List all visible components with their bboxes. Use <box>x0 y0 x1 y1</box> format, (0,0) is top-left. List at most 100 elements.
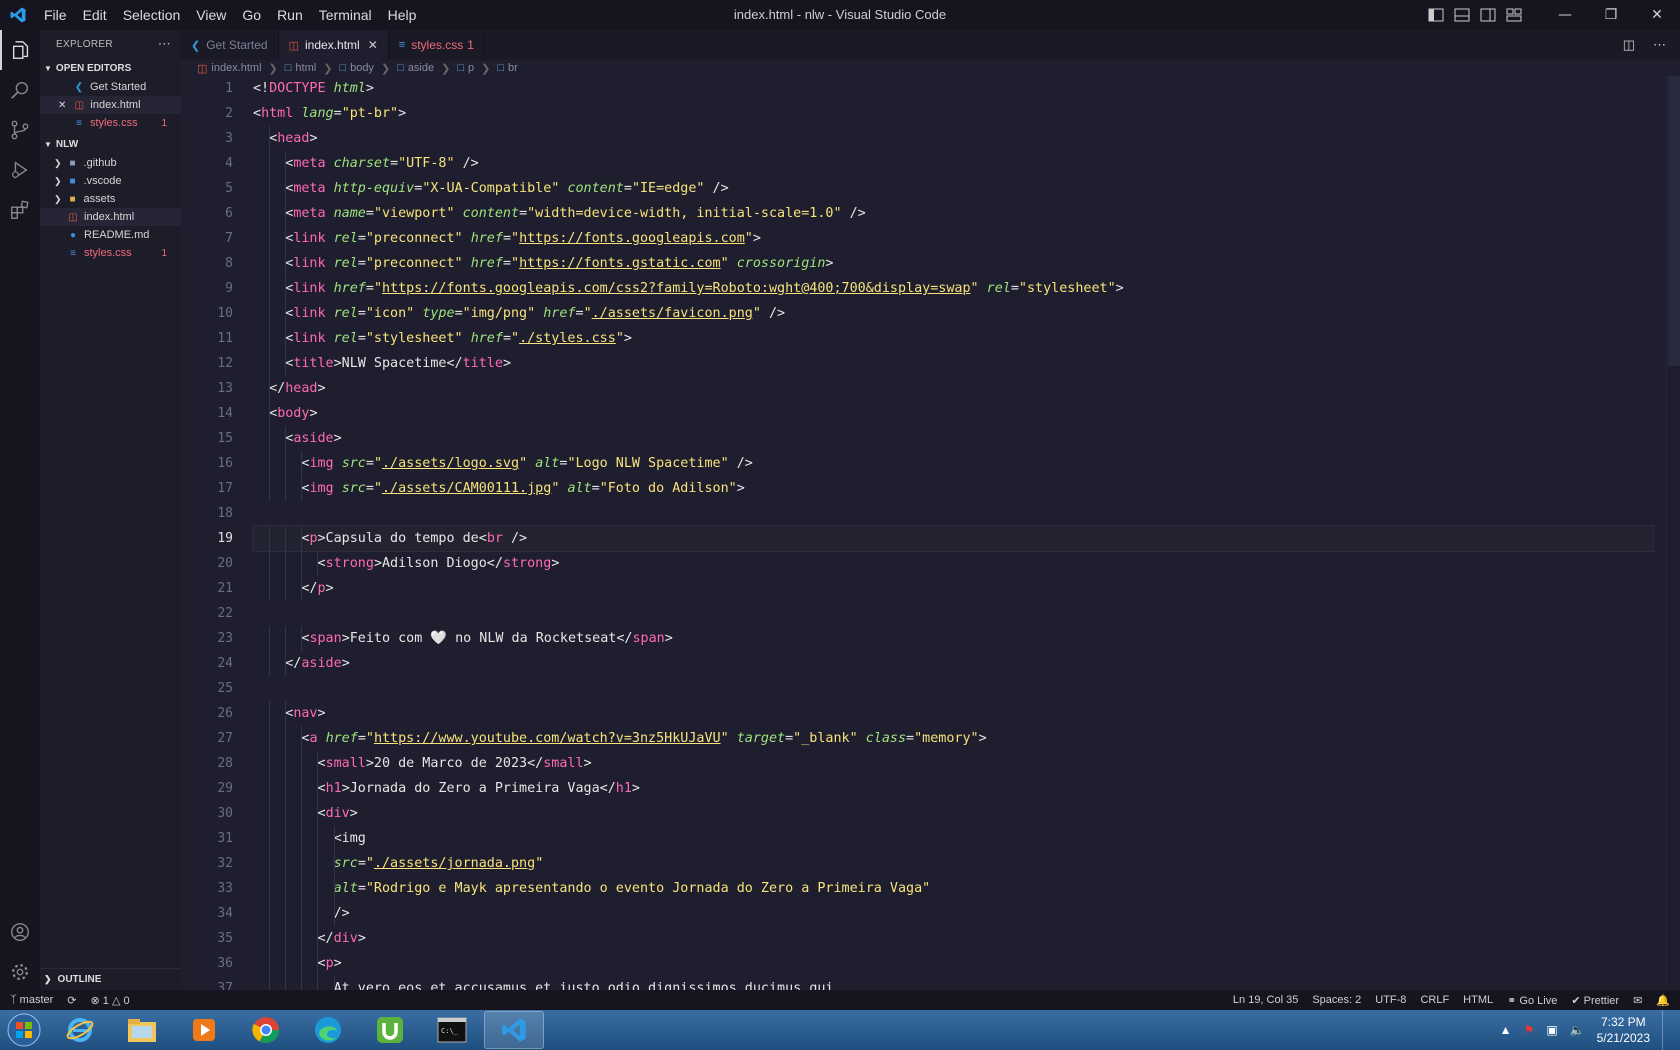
encoding-status[interactable]: UTF-8 <box>1375 994 1406 1006</box>
code-line[interactable]: At vero eos et accusamus et iusto odio d… <box>253 976 1653 990</box>
menu-run[interactable]: Run <box>269 0 311 30</box>
code-line[interactable]: <img <box>253 826 1653 851</box>
code-line[interactable]: <nav> <box>253 701 1653 726</box>
code-line[interactable]: <link rel="preconnect" href="https://fon… <box>253 251 1653 276</box>
code-line[interactable]: src="./assets/jornada.png" <box>253 851 1653 876</box>
menu-file[interactable]: File <box>36 0 75 30</box>
breadcrumb-item[interactable]: aside <box>408 62 434 74</box>
open-editor-index-html[interactable]: ✕ ◫ index.html <box>40 96 181 114</box>
start-button[interactable] <box>0 1010 48 1050</box>
breadcrumb-item[interactable]: br <box>508 62 518 74</box>
code-line[interactable]: <html lang="pt-br"> <box>253 101 1653 126</box>
network-icon[interactable]: ▣ <box>1546 1023 1557 1037</box>
chrome-icon[interactable] <box>236 1011 296 1049</box>
explorer-icon[interactable] <box>0 30 40 70</box>
code-line[interactable]: <h1>Jornada do Zero a Primeira Vaga</h1> <box>253 776 1653 801</box>
file-index-html[interactable]: ◫ index.html <box>40 208 181 226</box>
toggle-primary-sidebar-icon[interactable] <box>1428 8 1444 22</box>
source-control-icon[interactable] <box>0 110 40 150</box>
code-line[interactable]: <title>NLW Spacetime</title> <box>253 351 1653 376</box>
code-line[interactable]: <meta http-equiv="X-UA-Compatible" conte… <box>253 176 1653 201</box>
tab-styles-css[interactable]: ≡ styles.css 1 <box>389 30 485 60</box>
feedback-icon[interactable]: ✉ <box>1633 994 1642 1007</box>
open-editors-section[interactable]: ▼ OPEN EDITORS <box>40 58 181 78</box>
problems-status[interactable]: ⊗ 1 △ 0 <box>91 994 130 1007</box>
code-line[interactable]: </p> <box>253 576 1653 601</box>
utorrent-icon[interactable] <box>360 1011 420 1049</box>
open-editor-styles-css[interactable]: ≡ styles.css 1 <box>40 114 181 132</box>
close-window-button[interactable]: ✕ <box>1634 0 1680 30</box>
code-line[interactable]: alt="Rodrigo e Mayk apresentando o event… <box>253 876 1653 901</box>
nlw-folder-section[interactable]: ▼ NLW <box>40 134 181 154</box>
more-actions-icon[interactable]: ⋯ <box>1653 37 1666 53</box>
code-line[interactable]: <head> <box>253 126 1653 151</box>
code-line[interactable]: <link href="https://fonts.googleapis.com… <box>253 276 1653 301</box>
menu-terminal[interactable]: Terminal <box>311 0 380 30</box>
code-line[interactable]: <strong>Adilson Diogo</strong> <box>253 551 1653 576</box>
code-line[interactable]: <aside> <box>253 426 1653 451</box>
vscode-taskbar-icon[interactable] <box>484 1011 544 1049</box>
code-line[interactable]: <!DOCTYPE html> <box>253 76 1653 101</box>
editor-scrollbar[interactable] <box>1666 76 1680 990</box>
breadcrumb-item[interactable]: index.html <box>211 62 261 74</box>
extensions-icon[interactable] <box>0 190 40 230</box>
media-player-icon[interactable] <box>174 1011 234 1049</box>
clock[interactable]: 7:32 PM 5/21/2023 <box>1597 1014 1650 1046</box>
code-line[interactable]: </aside> <box>253 651 1653 676</box>
cursor-position[interactable]: Ln 19, Col 35 <box>1233 994 1298 1006</box>
code-line[interactable] <box>253 501 1653 526</box>
folder-assets[interactable]: ❯ ■ assets <box>40 190 181 208</box>
code-line[interactable]: <small>20 de Marco de 2023</small> <box>253 751 1653 776</box>
notifications-bell-icon[interactable]: 🔔 <box>1656 994 1670 1007</box>
volume-icon[interactable]: 🔈 <box>1570 1023 1585 1037</box>
code-line[interactable]: <meta name="viewport" content="width=dev… <box>253 201 1653 226</box>
code-line[interactable]: </div> <box>253 926 1653 951</box>
menu-view[interactable]: View <box>188 0 234 30</box>
indentation-status[interactable]: Spaces: 2 <box>1312 994 1361 1006</box>
code-line[interactable]: <img src="./assets/logo.svg" alt="Logo N… <box>253 451 1653 476</box>
file-styles-css[interactable]: ≡ styles.css 1 <box>40 244 181 262</box>
code-line[interactable]: <a href="https://www.youtube.com/watch?v… <box>253 726 1653 751</box>
file-readme-md[interactable]: ● README.md <box>40 226 181 244</box>
code-line[interactable]: <link rel="stylesheet" href="./styles.cs… <box>253 326 1653 351</box>
tab-index-html[interactable]: ◫ index.html ✕ <box>278 30 389 60</box>
scrollbar-thumb[interactable] <box>1668 76 1680 366</box>
code-line[interactable]: <link rel="preconnect" href="https://fon… <box>253 226 1653 251</box>
manage-gear-icon[interactable] <box>0 952 40 992</box>
edge-icon[interactable] <box>298 1011 358 1049</box>
code-line[interactable] <box>253 601 1653 626</box>
code-line[interactable]: <body> <box>253 401 1653 426</box>
command-prompt-icon[interactable]: C:\_ <box>422 1011 482 1049</box>
go-live-button[interactable]: ⚭ Go Live <box>1507 994 1557 1007</box>
code-line[interactable]: <div> <box>253 801 1653 826</box>
open-editor-get-started[interactable]: ❮ Get Started <box>40 78 181 96</box>
show-hidden-icons-icon[interactable]: ▲ <box>1500 1023 1512 1037</box>
code-line[interactable]: <meta charset="UTF-8" /> <box>253 151 1653 176</box>
minimize-button[interactable]: — <box>1542 0 1588 30</box>
accounts-icon[interactable] <box>0 912 40 952</box>
tab-get-started[interactable]: ❮ Get Started <box>181 30 279 60</box>
customize-layout-icon[interactable] <box>1506 8 1522 22</box>
code-line[interactable]: <p>Capsula do tempo de<br /> <box>252 525 1654 552</box>
close-tab-icon[interactable]: ✕ <box>368 38 378 52</box>
menu-edit[interactable]: Edit <box>75 0 115 30</box>
code-line[interactable]: <p> <box>253 951 1653 976</box>
code-line[interactable]: <span>Feito com 🤍 no NLW da Rocketseat</… <box>253 626 1653 651</box>
close-icon[interactable]: ✕ <box>58 100 66 111</box>
code-line[interactable]: /> <box>253 901 1653 926</box>
restore-button[interactable]: ❐ <box>1588 0 1634 30</box>
language-mode[interactable]: HTML <box>1463 994 1493 1006</box>
action-center-flag-icon[interactable]: ⚑ <box>1524 1023 1535 1037</box>
code-line[interactable]: <img src="./assets/CAM00111.jpg" alt="Fo… <box>253 476 1653 501</box>
prettier-status[interactable]: ✔ Prettier <box>1571 994 1619 1007</box>
code-line[interactable] <box>253 676 1653 701</box>
folder-github[interactable]: ❯ ■ .github <box>40 154 181 172</box>
file-explorer-icon[interactable] <box>112 1011 172 1049</box>
outline-section[interactable]: ❯ OUTLINE <box>40 968 181 990</box>
toggle-secondary-sidebar-icon[interactable] <box>1480 8 1496 22</box>
run-debug-icon[interactable] <box>0 150 40 190</box>
folder-vscode[interactable]: ❯ ■ .vscode <box>40 172 181 190</box>
internet-explorer-icon[interactable] <box>50 1011 110 1049</box>
toggle-panel-icon[interactable] <box>1454 8 1470 22</box>
code-line[interactable]: <link rel="icon" type="img/png" href="./… <box>253 301 1653 326</box>
